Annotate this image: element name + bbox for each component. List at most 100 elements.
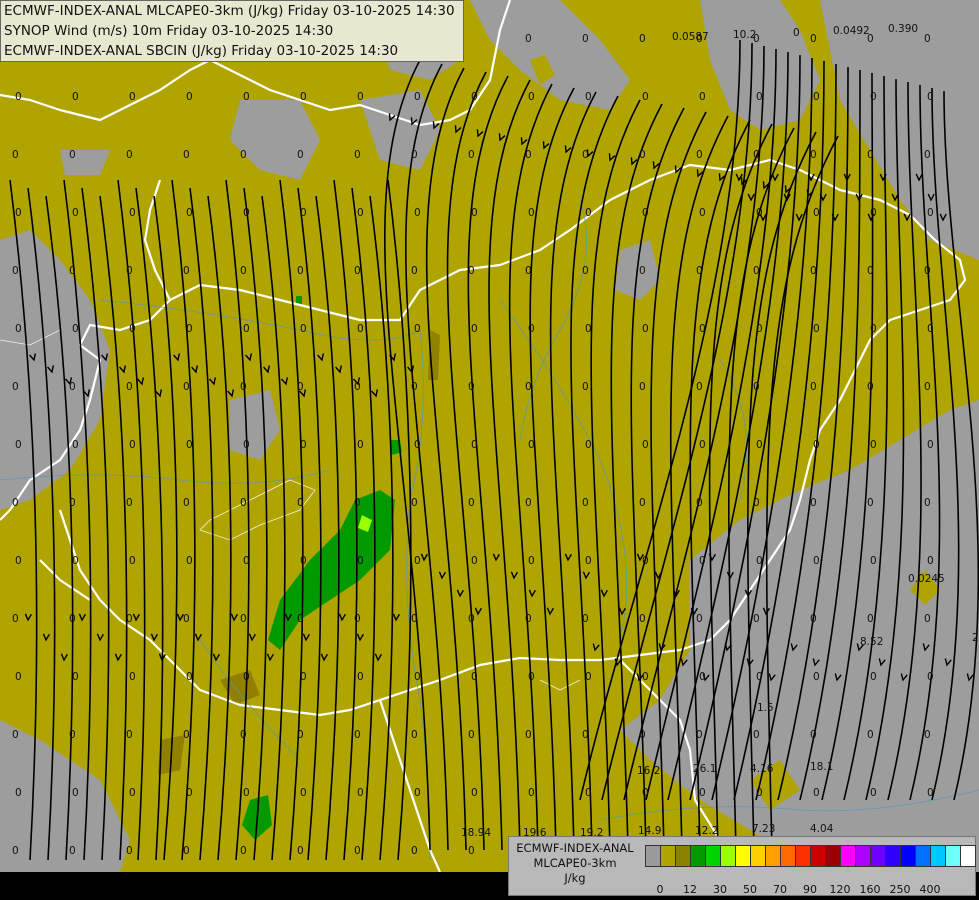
cin-zero-label: 0 <box>525 33 532 45</box>
cin-zero-label: 0 <box>639 729 646 741</box>
cin-zero-label: 0 <box>183 845 190 857</box>
cin-zero-label: 0 <box>72 787 79 799</box>
cin-label: 18.1 <box>810 761 833 773</box>
legend-tick-label: 160 <box>859 883 881 896</box>
cin-zero-label: 0 <box>867 729 874 741</box>
cin-zero-label: 0 <box>870 671 877 683</box>
cin-zero-label: 0 <box>753 613 760 625</box>
cin-zero-label: 0 <box>357 323 364 335</box>
map-viewport[interactable]: 0 0 0 0 0 0 0 0 0 0 0 0 0 0 0 0 0 0 0 0 0 0 0 0 0 0 0 0 0 0 0 0 0 0 0 0 0 0 0 0… <box>0 0 979 900</box>
cin-zero-label: 0 <box>813 555 820 567</box>
cin-zero-label: 0 <box>528 323 535 335</box>
cin-zero-label: 0 <box>243 671 250 683</box>
cin-zero-label: 0 <box>927 787 934 799</box>
cin-zero-label: 0 <box>813 671 820 683</box>
cin-zero-label: 0 <box>300 439 307 451</box>
cin-zero-label: 0 <box>867 381 874 393</box>
cin-zero-label: 0 <box>582 613 589 625</box>
cin-zero-label: 0 <box>186 207 193 219</box>
cin-zero-label: 0 <box>411 845 418 857</box>
cin-zero-label: 0 <box>129 207 136 219</box>
cin-zero-label: 0 <box>639 381 646 393</box>
legend-tick-label: 400 <box>919 883 941 896</box>
legend-swatch <box>720 845 736 867</box>
cin-label: 0.0587 <box>672 31 709 43</box>
cin-zero-label: 0 <box>639 497 646 509</box>
legend-tick-label: 120 <box>829 883 851 896</box>
title-line-cin: ECMWF-INDEX-ANAL SBCIN (J/kg) Friday 03-… <box>4 43 399 59</box>
cin-zero-label: 0 <box>585 555 592 567</box>
cin-zero-label: 0 <box>870 323 877 335</box>
cin-zero-label: 0 <box>867 149 874 161</box>
cin-zero-label: 0 <box>411 729 418 741</box>
cin-zero-label: 0 <box>813 323 820 335</box>
cin-zero-label: 0 <box>12 265 19 277</box>
cin-zero-label: 0 <box>300 323 307 335</box>
cin-zero-label: 0 <box>243 91 250 103</box>
cin-zero-label: 0 <box>243 323 250 335</box>
cin-label: 4.04 <box>810 823 834 835</box>
cin-zero-label: 0 <box>585 439 592 451</box>
cin-zero-label: 0 <box>297 381 304 393</box>
cin-zero-label: 0 <box>300 787 307 799</box>
cin-zero-label: 0 <box>927 555 934 567</box>
cin-zero-label: 0 <box>753 149 760 161</box>
legend-swatch <box>960 845 976 867</box>
cin-zero-label: 0 <box>468 613 475 625</box>
legend-swatch <box>930 845 946 867</box>
cin-zero-label: 0 <box>69 149 76 161</box>
cin-label: 8.52 <box>860 636 883 648</box>
cin-zero-label: 0 <box>297 149 304 161</box>
weather-map[interactable]: 0 0 0 0 0 0 0 0 0 0 0 0 0 0 0 0 0 0 0 0 0 0 0 0 0 0 0 0 0 0 0 0 0 0 0 0 0 0 0 0… <box>0 0 979 900</box>
cin-zero-label: 0 <box>867 497 874 509</box>
cin-zero-label: 0 <box>243 439 250 451</box>
cin-zero-label: 0 <box>129 323 136 335</box>
cin-zero-label: 0 <box>471 787 478 799</box>
cin-zero-label: 0 <box>582 149 589 161</box>
cin-zero-label: 0 <box>927 207 934 219</box>
legend-swatch <box>945 845 961 867</box>
legend-tick-label: 90 <box>803 883 817 896</box>
cin-zero-label: 0 <box>72 323 79 335</box>
cin-zero-label: 0 <box>585 207 592 219</box>
legend-title-line: ECMWF-INDEX-ANAL <box>516 841 634 855</box>
cin-zero-label: 0 <box>69 497 76 509</box>
cin-zero-label: 0 <box>300 207 307 219</box>
cin-zero-label: 0 <box>183 381 190 393</box>
cin-zero-label: 0 <box>867 613 874 625</box>
cin-zero-label: 0 <box>582 33 589 45</box>
legend-swatch <box>840 845 856 867</box>
cin-zero-label: 0 <box>870 787 877 799</box>
cin-zero-label: 0 <box>585 91 592 103</box>
cin-zero-label: 0 <box>126 497 133 509</box>
cin-zero-label: 0 <box>186 555 193 567</box>
cin-zero-label: 0 <box>582 729 589 741</box>
cin-zero-label: 0 <box>585 323 592 335</box>
cin-zero-label: 0 <box>528 787 535 799</box>
cin-label: 16.2 <box>637 765 660 777</box>
cin-zero-label: 0 <box>870 91 877 103</box>
cin-zero-label: 0 <box>414 207 421 219</box>
cin-zero-label: 0 <box>642 671 649 683</box>
cin-zero-label: 0 <box>699 671 706 683</box>
cin-zero-label: 0 <box>756 555 763 567</box>
cin-zero-label: 0 <box>354 497 361 509</box>
cin-zero-label: 0 <box>240 265 247 277</box>
color-legend: ECMWF-INDEX-ANAL MLCAPE0-3km J/kg 0 12 30 5… <box>508 836 976 896</box>
cin-zero-label: 0 <box>924 497 931 509</box>
cin-zero-label: 0 <box>183 729 190 741</box>
cin-zero-label: 0 <box>15 555 22 567</box>
cin-zero-label: 0 <box>924 149 931 161</box>
cin-zero-label: 0 <box>468 265 475 277</box>
cin-zero-label: 0 <box>924 265 931 277</box>
legend-tick-label: 12 <box>683 883 697 896</box>
cin-zero-label: 0 <box>129 439 136 451</box>
cin-zero-label: 0 <box>525 613 532 625</box>
cin-zero-label: 0 <box>357 787 364 799</box>
cin-zero-label: 0 <box>297 613 304 625</box>
cin-zero-label: 0 <box>753 729 760 741</box>
cin-zero-label: 0 <box>15 787 22 799</box>
cin-zero-label: 0 <box>69 265 76 277</box>
cin-label: 10.2 <box>733 29 756 41</box>
cin-zero-label: 0 <box>582 381 589 393</box>
